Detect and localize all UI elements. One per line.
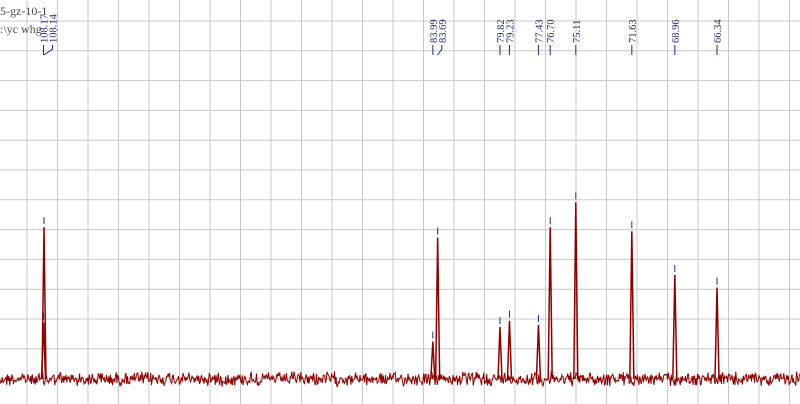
file-name-label: 5-gz-10-1 (0, 4, 48, 18)
peak-label-leader (437, 45, 443, 56)
peak-label: 79.23 (505, 19, 516, 43)
spectrum-peak (497, 326, 503, 380)
peak-label: 77.43 (534, 19, 545, 43)
grid (0, 0, 800, 404)
file-path-label: :\yc whg (0, 22, 42, 36)
spectrum-peak (434, 237, 441, 380)
peak-label: 83.69 (438, 19, 449, 43)
spectrum-peak (535, 324, 542, 380)
peak-label: 68.96 (671, 19, 682, 43)
peak-label-group: 66.34 (713, 19, 724, 55)
peak-label-group: 76.70 (546, 19, 557, 55)
spectrum-peak (547, 227, 553, 380)
spectrum-view: 108.14 108.17 83.99 83.69 79.82 79.23 77.43 76.… (0, 0, 800, 404)
spectrum-peak (629, 231, 635, 380)
peak-marks (40, 192, 720, 380)
peak-label-group: 83.69 (437, 19, 449, 56)
peak-label: 71.63 (628, 19, 639, 43)
peak-label-leader (43, 45, 54, 56)
peak-labels: 108.14108.17 83.9983.69 79.8279.23 77.43 76.… (40, 13, 724, 56)
spectrum-peak (506, 320, 513, 380)
peak-label-group: 77.43 (534, 19, 545, 55)
spectrum-peak (430, 341, 436, 380)
peak-label-group: 75.11 (572, 20, 583, 55)
nmr-spectrum-chart: 108.14108.17 83.9983.69 79.8279.23 77.43 76.… (0, 0, 800, 404)
spectrum-peak (714, 287, 720, 380)
peak-label: 66.34 (713, 19, 724, 43)
spectrum-peak (672, 274, 678, 380)
peak-label-group: 68.96 (671, 19, 682, 55)
peak-label: 75.11 (572, 20, 583, 43)
peak-label: 76.70 (546, 19, 557, 43)
